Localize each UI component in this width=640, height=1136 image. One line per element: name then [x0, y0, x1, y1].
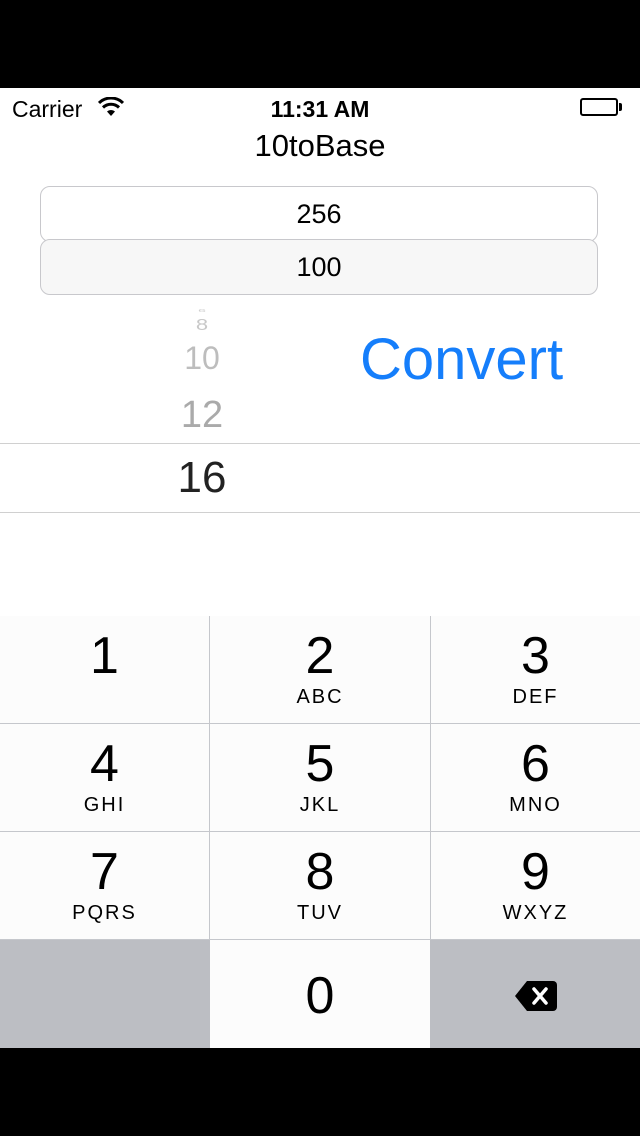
key-5[interactable]: 5 JKL: [210, 724, 430, 831]
key-digit: 8: [305, 843, 335, 901]
picker-selection-divider: [0, 443, 640, 444]
picker-option[interactable]: 12: [140, 394, 264, 437]
key-letters: MNO: [509, 794, 562, 816]
key-7[interactable]: 7 PQRS: [0, 832, 209, 939]
picker-option[interactable]: 10: [140, 340, 264, 377]
key-0[interactable]: 0: [210, 940, 430, 1048]
key-9[interactable]: 9 WXYZ: [431, 832, 640, 939]
status-bar: Carrier 11:31 AM: [0, 88, 640, 128]
delete-key[interactable]: [430, 940, 640, 1048]
key-digit: 3: [521, 627, 550, 685]
key-letters: JKL: [299, 794, 341, 816]
convert-button[interactable]: Convert: [360, 326, 563, 393]
key-letters: PQRS: [72, 902, 137, 924]
key-digit: 0: [305, 967, 335, 1025]
picker-option[interactable]: 6: [140, 307, 264, 313]
key-6[interactable]: 6 MNO: [431, 724, 640, 831]
key-2[interactable]: 2 ABC: [210, 616, 430, 723]
key-digit: 5: [305, 735, 335, 793]
key-digit: 2: [305, 627, 335, 685]
battery-icon: [580, 98, 622, 116]
key-3[interactable]: 3 DEF: [431, 616, 640, 723]
key-digit: 1: [90, 627, 119, 685]
key-4[interactable]: 4 GHI: [0, 724, 209, 831]
picker-option[interactable]: 8: [140, 316, 264, 334]
backspace-icon: [514, 980, 558, 1017]
key-blank: [0, 940, 210, 1048]
key-8[interactable]: 8 TUV: [210, 832, 430, 939]
key-digit: 7: [90, 843, 119, 901]
key-letters: GHI: [83, 794, 126, 816]
key-1[interactable]: 1: [0, 616, 209, 723]
app-screen: Carrier 11:31 AM 10toBase 6 8 10 12 16 C…: [0, 88, 640, 1048]
result-field[interactable]: [40, 239, 598, 295]
key-letters: ABC: [296, 686, 344, 708]
key-letters: DEF: [512, 686, 559, 708]
status-time: 11:31 AM: [270, 96, 370, 122]
number-keypad: 1 2 ABC 3 DEF 4 GHI 5 JKL 6 MNO 7 PQRS 8…: [0, 616, 640, 1048]
key-letters: TUV: [297, 902, 343, 924]
key-letters: WXYZ: [502, 902, 569, 924]
number-input[interactable]: [40, 186, 598, 242]
page-title: 10toBase: [254, 128, 386, 163]
key-digit: 6: [521, 735, 550, 793]
picker-selection-divider: [0, 512, 640, 513]
key-digit: 4: [90, 735, 119, 793]
picker-selected-option[interactable]: 16: [140, 453, 264, 503]
key-digit: 9: [521, 843, 550, 901]
